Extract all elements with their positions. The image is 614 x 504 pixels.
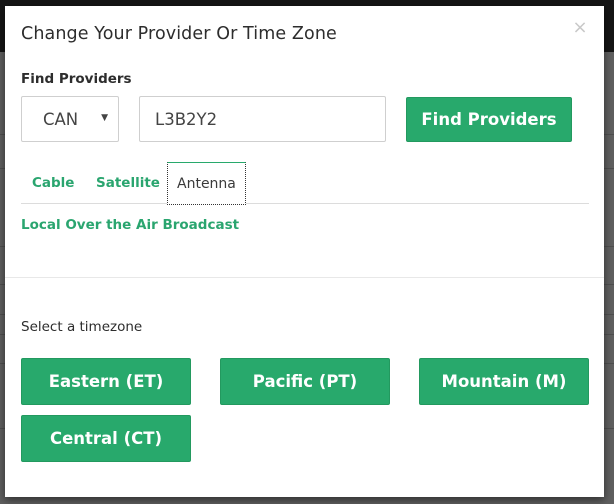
- section-divider: [5, 277, 604, 278]
- tab-cable[interactable]: Cable: [32, 162, 74, 204]
- chevron-down-icon: ▼: [101, 113, 108, 123]
- timezone-mountain-button[interactable]: Mountain (M): [419, 358, 589, 405]
- postal-code-input[interactable]: [139, 96, 386, 142]
- change-provider-modal: Change Your Provider Or Time Zone × Find…: [5, 6, 604, 497]
- tab-antenna[interactable]: Antenna: [167, 162, 246, 205]
- find-providers-button[interactable]: Find Providers: [406, 97, 572, 142]
- country-select[interactable]: CAN ▼: [21, 96, 119, 142]
- country-select-value: CAN: [43, 109, 79, 129]
- timezone-eastern-button[interactable]: Eastern (ET): [21, 358, 191, 405]
- timezone-central-button[interactable]: Central (CT): [21, 415, 191, 462]
- provider-link-local-ota[interactable]: Local Over the Air Broadcast: [21, 217, 239, 233]
- close-icon[interactable]: ×: [572, 19, 588, 37]
- timezone-pacific-button[interactable]: Pacific (PT): [220, 358, 390, 405]
- modal-title: Change Your Provider Or Time Zone: [21, 24, 337, 44]
- find-providers-label: Find Providers: [21, 71, 132, 87]
- provider-type-tabs: Cable Satellite Antenna: [21, 162, 589, 205]
- tab-satellite[interactable]: Satellite: [96, 162, 160, 204]
- timezone-label: Select a timezone: [21, 319, 143, 335]
